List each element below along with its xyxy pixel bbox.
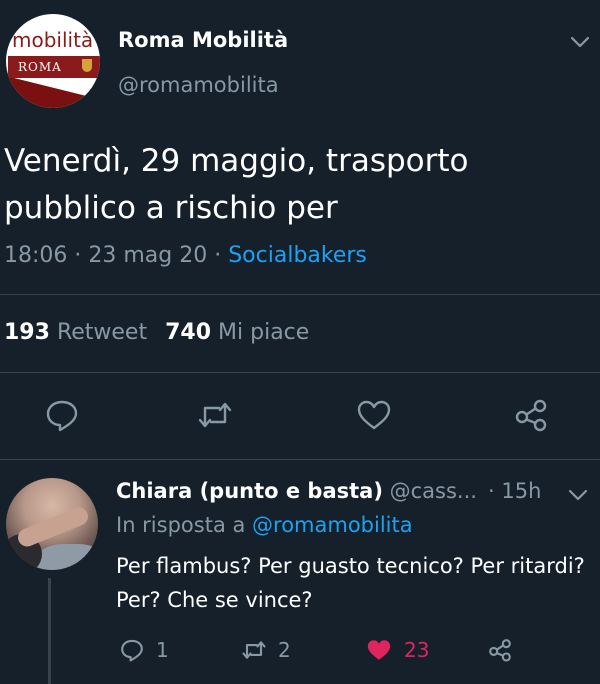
divider: [0, 459, 600, 460]
tweet-stats: 193 Retweet 740 Mi piace: [4, 320, 309, 345]
reply-text: Per flambus? Per guasto tecnico? Per rit…: [116, 554, 585, 612]
tweet-timestamp: 18:06 · 23 mag 20 ·: [4, 243, 229, 268]
avatar-logo-roma: ROMA: [18, 60, 62, 74]
tweet-source-link[interactable]: Socialbakers: [228, 243, 367, 268]
reply-author-handle: @cass...: [389, 479, 477, 503]
heart-icon[interactable]: [354, 395, 394, 435]
divider: [0, 294, 600, 295]
retweet-count: 193: [4, 320, 50, 345]
retweet-action[interactable]: 2: [240, 636, 291, 664]
avatar-logo-text: mobilità: [12, 28, 94, 52]
tweet-meta: 18:06 · 23 mag 20 · Socialbakers: [4, 243, 367, 268]
reply-action[interactable]: 1: [118, 636, 169, 664]
avatar[interactable]: mobilità ROMA: [6, 14, 100, 108]
like-action[interactable]: 23: [364, 636, 429, 664]
avatar-crest: [82, 59, 92, 72]
chevron-down-icon[interactable]: [566, 483, 590, 511]
author-name[interactable]: Roma Mobilità: [118, 28, 288, 52]
tweet-text: Venerdì, 29 maggio, trasporto pubblico a…: [4, 143, 469, 226]
reply-like-count: 23: [404, 638, 430, 662]
reply-mention-link[interactable]: @romamobilita: [252, 513, 413, 537]
reply-reply-count: 1: [156, 638, 169, 662]
like-count: 740: [165, 320, 212, 345]
reply-author[interactable]: Chiara (punto e basta) @cass...: [116, 479, 477, 503]
retweet-label: Retweet: [56, 320, 148, 345]
retweet-icon: [242, 641, 266, 659]
share-icon[interactable]: [511, 395, 551, 435]
share-icon: [489, 639, 511, 662]
share-action[interactable]: [486, 636, 524, 664]
retweet-icon[interactable]: [195, 395, 235, 435]
avatar-logo-swoosh: [6, 76, 100, 108]
chevron-down-icon[interactable]: [568, 30, 592, 58]
divider: [0, 372, 600, 373]
like-label: Mi piace: [218, 320, 310, 345]
thread-line: [48, 578, 51, 684]
retweets-stat[interactable]: 193 Retweet: [4, 320, 147, 345]
reply-author-name: Chiara (punto e basta): [116, 479, 383, 503]
heart-icon: [367, 640, 391, 660]
reply-avatar[interactable]: [6, 478, 98, 570]
likes-stat[interactable]: 740 Mi piace: [165, 320, 309, 345]
reply-context-prefix: In risposta a: [116, 513, 253, 537]
reply-icon[interactable]: [42, 395, 82, 435]
reply-context: In risposta a @romamobilita: [116, 513, 413, 537]
author-handle[interactable]: @romamobilita: [118, 73, 279, 97]
reply-timestamp: · 15h: [488, 479, 542, 503]
reply-icon: [121, 639, 143, 662]
reply-retweet-count: 2: [278, 638, 291, 662]
